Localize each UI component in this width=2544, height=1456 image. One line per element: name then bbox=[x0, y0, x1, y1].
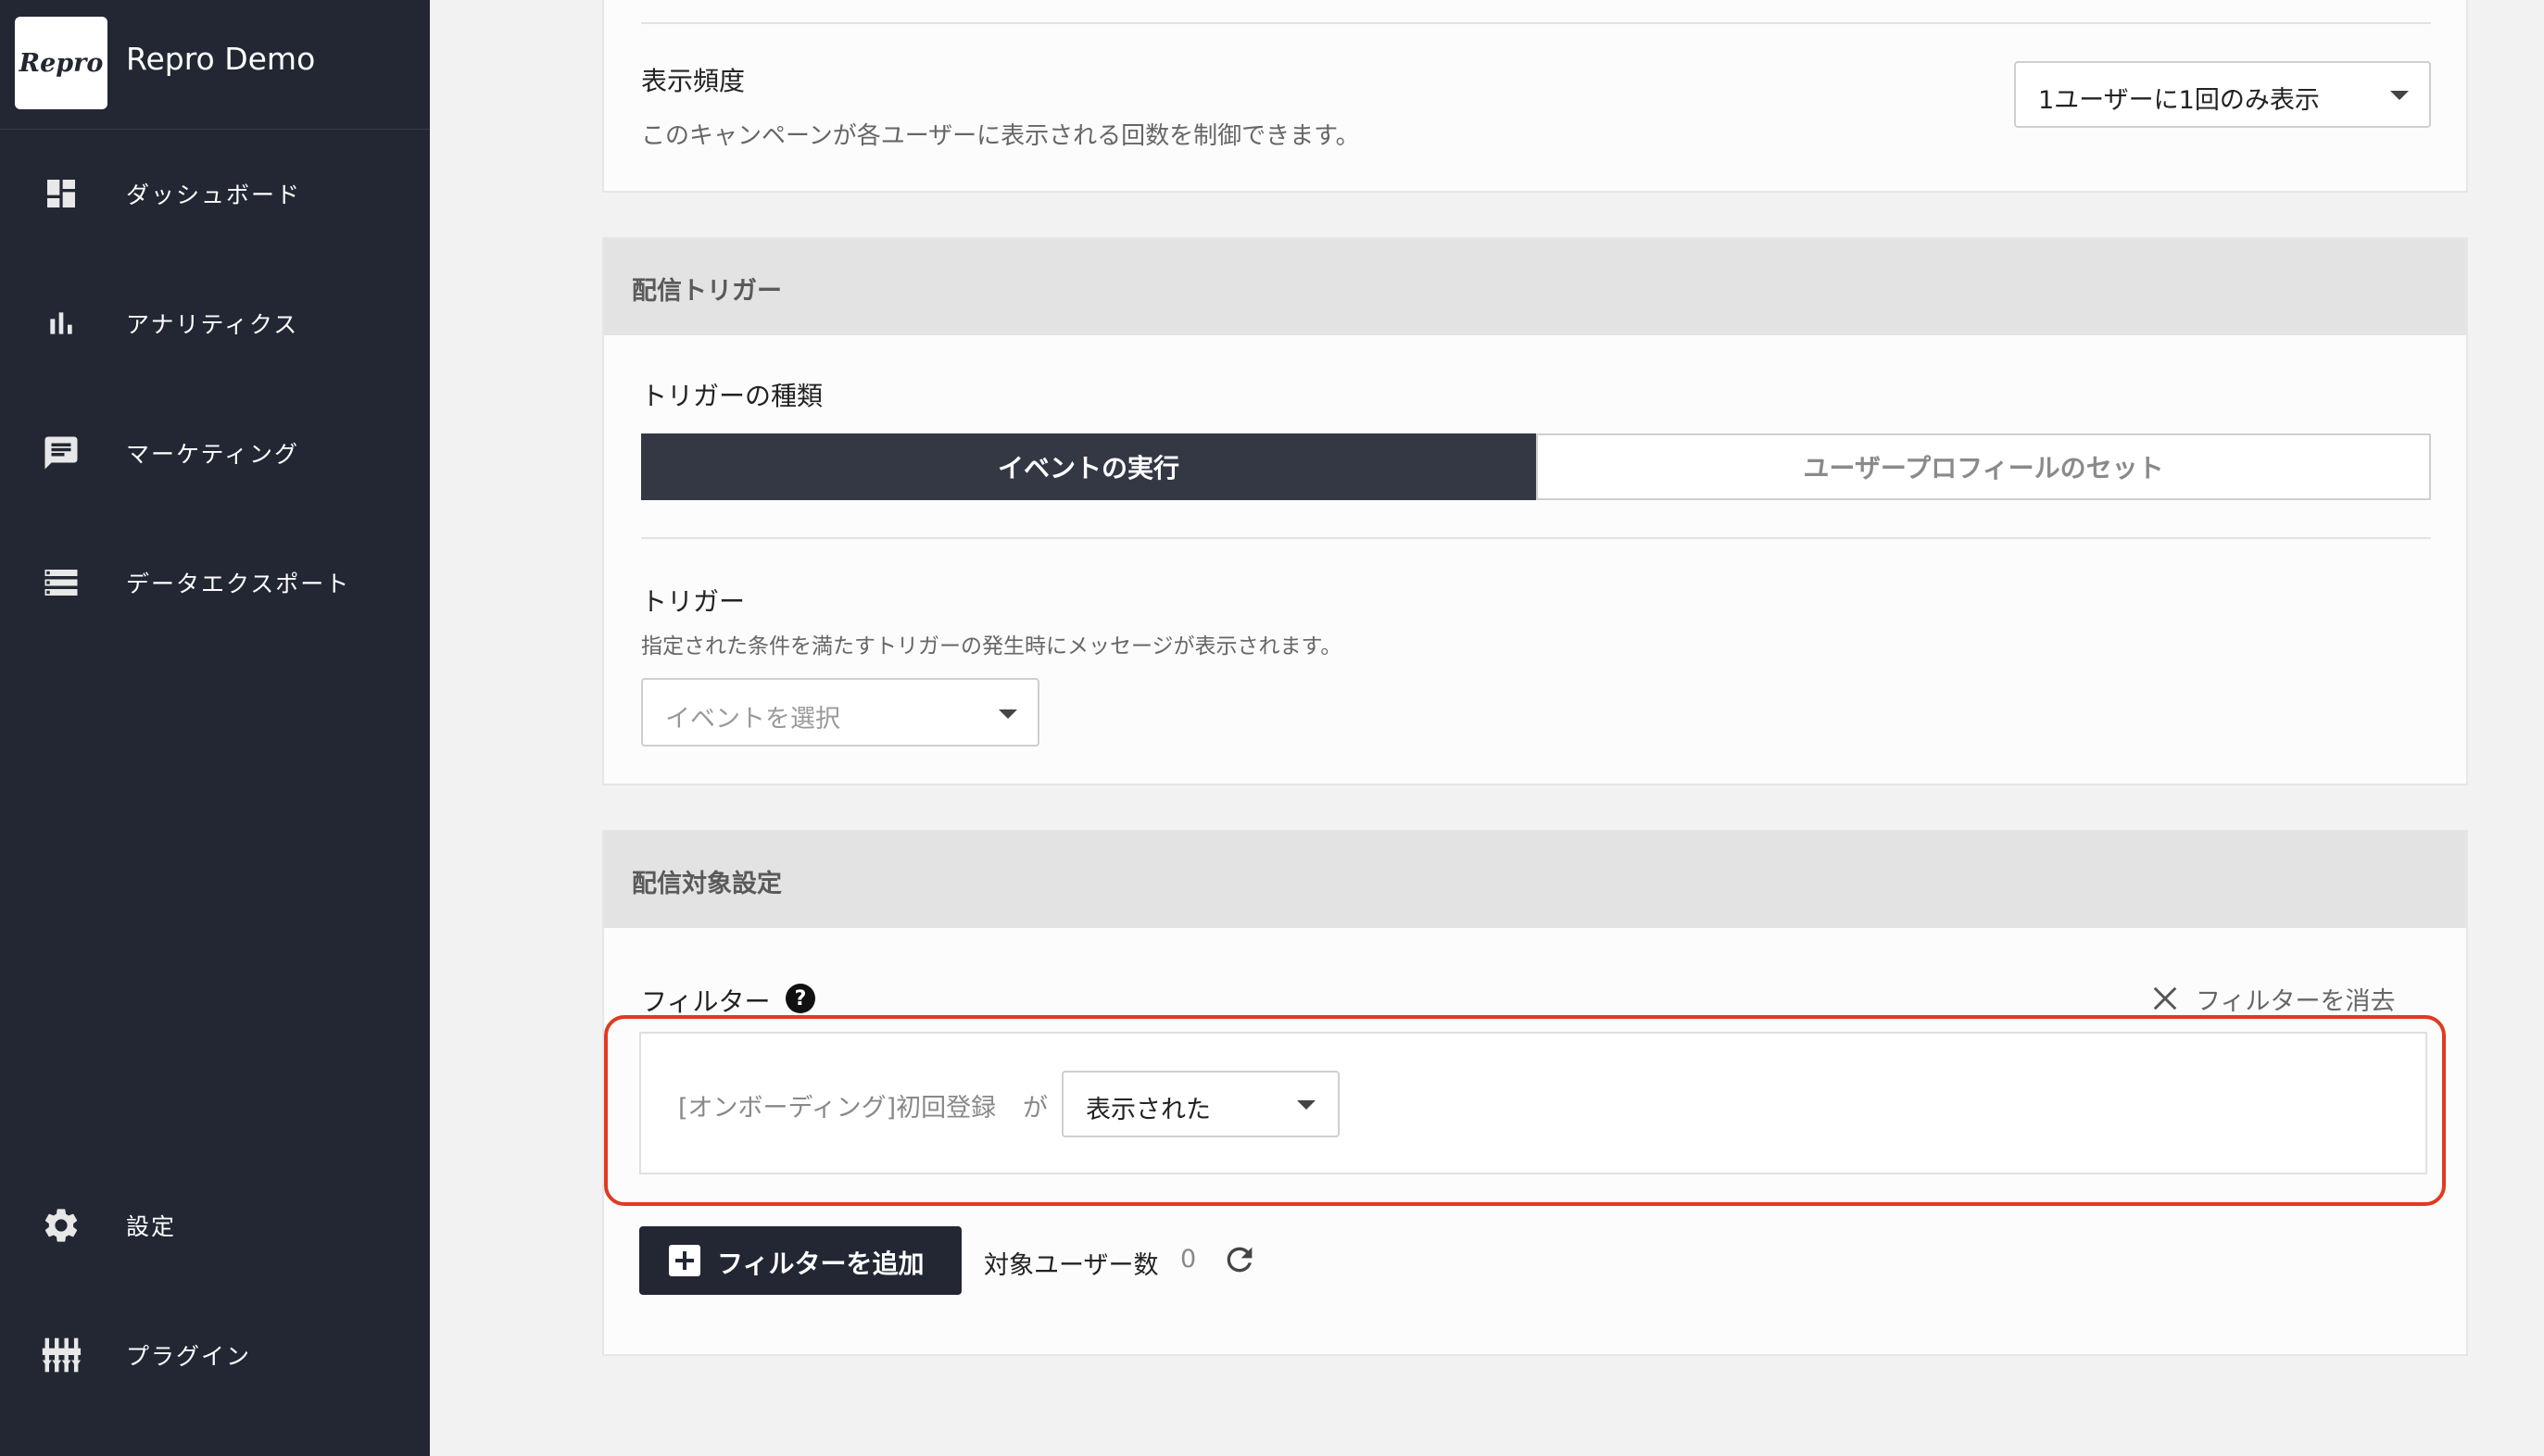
panel-header: 配信トリガー bbox=[604, 239, 2466, 335]
divider bbox=[641, 537, 2431, 539]
filter-row: [オンボーディング]初回登録 が 表示された bbox=[639, 1032, 2427, 1174]
brand-header: Repro Repro Demo bbox=[0, 0, 430, 130]
plus-icon bbox=[669, 1245, 700, 1276]
trigger-description: 指定された条件を満たすトリガーの発生時にメッセージが表示されます。 bbox=[641, 634, 1342, 659]
trigger-type-label: トリガーの種類 bbox=[641, 381, 824, 411]
dashboard-icon bbox=[41, 173, 82, 214]
sidebar-item-label: データエクスポート bbox=[126, 571, 351, 597]
event-select-placeholder: イベントを選択 bbox=[665, 705, 840, 734]
filter-particle: が bbox=[1023, 1094, 1048, 1123]
help-icon[interactable]: ? bbox=[786, 984, 815, 1013]
filter-condition-select[interactable]: 表示された bbox=[1062, 1071, 1340, 1137]
sidebar-item-label: ダッシュボード bbox=[126, 182, 302, 208]
repro-logo[interactable]: Repro bbox=[15, 17, 107, 109]
frequency-title: 表示頻度 bbox=[641, 66, 746, 96]
clear-filter-label: フィルターを消去 bbox=[2196, 986, 2396, 1016]
chevron-down-icon bbox=[999, 709, 1017, 719]
filter-label: フィルター bbox=[641, 986, 771, 1017]
delivery-trigger-header: 配信トリガー bbox=[632, 277, 782, 306]
sidebar-item-dashboard[interactable]: ダッシュボード bbox=[0, 152, 430, 235]
target-settings-header: 配信対象設定 bbox=[632, 870, 782, 898]
event-select[interactable]: イベントを選択 bbox=[641, 678, 1039, 747]
sidebar-item-data-export[interactable]: データエクスポート bbox=[0, 541, 430, 624]
filter-condition-value: 表示された bbox=[1086, 1096, 1211, 1124]
display-frequency-panel: 表示頻度 このキャンペーンが各ユーザーに表示される回数を制御できます。 1ユーザ… bbox=[602, 0, 2468, 193]
sidebar-item-analytics[interactable]: アナリティクス bbox=[0, 282, 430, 365]
add-filter-label: フィルターを追加 bbox=[717, 1249, 925, 1279]
sidebar-item-label: プラグイン bbox=[126, 1343, 252, 1370]
add-filter-button[interactable]: フィルターを追加 bbox=[639, 1226, 962, 1295]
chevron-down-icon bbox=[1297, 1100, 1316, 1110]
sidebar-item-settings[interactable]: 設定 bbox=[0, 1184, 430, 1267]
app-name: Repro Demo bbox=[126, 41, 316, 77]
trigger-label: トリガー bbox=[641, 586, 746, 617]
delivery-trigger-panel: 配信トリガー トリガーの種類 イベントの実行 ユーザープロフィールのセット トリ… bbox=[602, 237, 2468, 785]
close-icon bbox=[2153, 986, 2177, 1010]
clear-filter-button[interactable]: フィルターを消去 bbox=[2151, 980, 2395, 1017]
chevron-down-icon bbox=[2390, 91, 2409, 100]
panel-header: 配信対象設定 bbox=[604, 832, 2466, 928]
frequency-selected-value: 1ユーザーに1回のみ表示 bbox=[2038, 86, 2320, 115]
filter-subject: [オンボーディング]初回登録 bbox=[678, 1094, 997, 1123]
sidebar-item-marketing[interactable]: マーケティング bbox=[0, 411, 430, 495]
frequency-description: このキャンペーンが各ユーザーに表示される回数を制御できます。 bbox=[641, 122, 1360, 150]
sidebar-item-label: マーケティング bbox=[126, 441, 300, 468]
target-users-label: 対象ユーザー数 bbox=[984, 1251, 1159, 1280]
gear-icon bbox=[41, 1205, 82, 1246]
refresh-icon[interactable] bbox=[1221, 1241, 1258, 1278]
sidebar-item-plugins[interactable]: プラグイン bbox=[0, 1313, 430, 1397]
frequency-select[interactable]: 1ユーザーに1回のみ表示 bbox=[2014, 61, 2431, 128]
tab-event-execution[interactable]: イベントの実行 bbox=[641, 433, 1536, 500]
tab-user-profile-set[interactable]: ユーザープロフィールのセット bbox=[1536, 433, 2431, 500]
sidebar: Repro Repro Demo ダッシュボード アナリティクス マーケティング… bbox=[0, 0, 430, 1456]
chat-icon bbox=[41, 433, 82, 473]
bar-chart-icon bbox=[41, 303, 82, 344]
sidebar-item-label: アナリティクス bbox=[126, 311, 299, 338]
export-list-icon bbox=[41, 562, 82, 603]
sliders-icon bbox=[41, 1335, 82, 1375]
divider bbox=[641, 22, 2431, 24]
sidebar-item-label: 設定 bbox=[126, 1213, 177, 1240]
target-users-count: 0 bbox=[1180, 1245, 1197, 1274]
